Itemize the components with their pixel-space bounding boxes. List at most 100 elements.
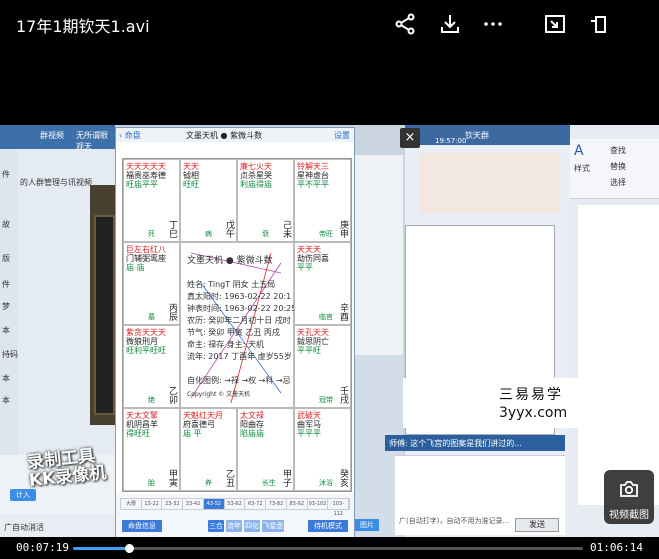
palace-cell[interactable]: 天天 钺相 旺旺病 戊午 — [180, 159, 237, 242]
palace-stars: 武破天 曲军马 平平平 — [297, 411, 349, 438]
style-label: 样式 — [574, 164, 590, 173]
download-icon[interactable] — [435, 9, 465, 39]
settings-button[interactable]: 设置 — [334, 130, 350, 141]
changsheng-label: 绝 — [148, 396, 155, 404]
center-clock-time: 钟表时间: 1963-02-22 20:25 — [187, 304, 297, 313]
palace-cell[interactable]: 天孔天天 鉞思阴亡 平平旺 冠带 壬戌 — [294, 325, 351, 408]
picture-in-picture-icon[interactable] — [540, 9, 570, 39]
tab-label-2: 无所谓眼观天 — [76, 131, 108, 151]
video-screenshot-button[interactable]: 视频截图 — [604, 470, 654, 524]
dayun-tick[interactable]: 103-112 — [328, 499, 350, 517]
changsheng-label: 长生 — [262, 479, 276, 487]
star-row: 鉞思阴亡 — [297, 337, 329, 346]
palace-stars: 天天 钺相 旺旺 — [183, 162, 235, 189]
chart-app-title: 文墨天机 ● 紫微斗数 — [186, 131, 263, 140]
changsheng-label: 养 — [205, 479, 212, 487]
dayun-tick[interactable]: 93-102 — [308, 499, 329, 509]
dayun-tick[interactable]: 13-22 — [142, 499, 163, 509]
star-row: 钺相 — [183, 171, 199, 180]
ganzhi-label: 丙辰 — [167, 303, 177, 321]
dayun-selector[interactable]: 大限 13-22 23-32 33-42 43-52 53-62 63-72 73-82 83-… — [120, 498, 350, 517]
recorder-watermark: 录制工具 KK录像机 — [26, 446, 107, 491]
ganzhi-label: 乙丑 — [224, 469, 234, 487]
join-button[interactable]: 计入 — [10, 489, 36, 501]
ganzhi-label: 癸亥 — [338, 469, 348, 487]
palace-stars: 天太文擎 机阴昌羊 得旺旺 — [126, 411, 178, 438]
dayun-tick[interactable]: 73-82 — [266, 499, 287, 509]
dayun-tick[interactable]: 83-92 — [287, 499, 308, 509]
feixing-button[interactable]: 飞星盘 — [262, 520, 284, 532]
close-icon[interactable]: × — [400, 128, 420, 148]
palace-cell[interactable]: 天魁红天月 府喜德弓庙 平养 乙丑 — [180, 408, 237, 491]
star-row: 曲军马 — [297, 420, 321, 429]
star-row: 铃解天三 — [297, 162, 329, 171]
share-icon[interactable] — [390, 9, 420, 39]
center-lunar: 农历: 癸卯年二月初十日 戌时 — [187, 316, 291, 325]
status-bar: 广自动消活 — [0, 517, 115, 537]
star-row: 廉七火天 — [240, 162, 272, 171]
font-style-icon[interactable]: A — [574, 143, 584, 159]
dayun-tick[interactable]: 53-62 — [225, 499, 246, 509]
palace-cell[interactable]: 铃解天三 星神虚台 平不平平 帝旺 庚申 — [294, 159, 351, 242]
dayun-tick[interactable]: 63-72 — [245, 499, 267, 509]
changsheng-label: 临官 — [319, 313, 333, 321]
palace-cell[interactable]: 紫贪天天天 微狼刑月 旺利平旺旺绝 乙卯 — [123, 325, 180, 408]
side-list: 件 故 版 件 梦 本 持码 本 本 — [0, 149, 18, 479]
ribbon-replace[interactable]: 替换 — [610, 161, 626, 172]
palace-cell[interactable]: 天天天天天 福贵巫寿德 旺庙平平死 丁巳 — [123, 159, 180, 242]
dayun-tick[interactable]: 43-52 — [203, 499, 225, 509]
palace-cell[interactable]: 武破天 曲军马 平平平 沐浴 癸亥 — [294, 408, 351, 491]
star-row: 武破天 — [297, 411, 321, 420]
star-row: 平平平 — [297, 429, 321, 438]
palace-cell[interactable]: 太文禄 阳曲存 陷庙庙 长生 甲子 — [237, 408, 294, 491]
liunian-button[interactable]: 流年 — [226, 520, 242, 532]
palace-cell[interactable]: 巨左右红八 门辅弼鸾座庙 庙墓 丙辰 — [123, 242, 180, 325]
center-title: 文墨天机 ● 紫微斗数 — [187, 256, 273, 266]
chart-grid: 文墨天机 ● 紫微斗数 姓名: TingT 阴女 土五局 真太阳时: 1963-… — [122, 158, 352, 492]
sanhe-button[interactable]: 三合 — [208, 520, 224, 532]
ribbon-select[interactable]: 选择 — [610, 177, 626, 188]
side-item: 故 — [2, 220, 10, 229]
star-row: 星神虚台 — [297, 171, 329, 180]
more-options-icon[interactable] — [478, 9, 508, 39]
side-item: 件 — [2, 280, 10, 289]
changsheng-label: 冠带 — [319, 396, 333, 404]
ribbon-find[interactable]: 查找 — [610, 145, 626, 156]
progress-knob[interactable] — [125, 544, 135, 553]
ganzhi-label: 辛酉 — [338, 303, 348, 321]
dayun-tick[interactable]: 23-32 — [162, 499, 184, 509]
star-row: 府喜德弓 — [183, 420, 215, 429]
palace-cell[interactable]: 天太文擎 机阴昌羊 得旺旺胎 甲寅 — [123, 408, 180, 491]
standby-button[interactable]: 待机模式 — [308, 520, 348, 532]
rotate-screen-icon[interactable] — [585, 9, 615, 39]
background-window-titlebar: 群视频 无所谓眼观天 — [0, 125, 115, 151]
chart-app-header: ‹ 命盘 文墨天机 ● 紫微斗数 设置 — [116, 128, 354, 142]
star-row: 天太文擎 — [126, 411, 158, 420]
star-row: 阳曲存 — [240, 420, 264, 429]
center-year: 流年: 2017 丁酉年 虚岁55岁 — [187, 352, 292, 361]
palace-cell[interactable]: 天天天 劫伤同喜 平平 临官 辛酉 — [294, 242, 351, 325]
middle-window — [355, 155, 403, 355]
sihua-button[interactable]: 四化 — [244, 520, 260, 532]
screenshot-label: 视频截图 — [609, 510, 649, 521]
center-solar-time: 真太阳时: 1963-02-22 20:1 — [187, 292, 292, 301]
send-button[interactable]: 发送 — [515, 518, 559, 532]
video-frame[interactable]: 群视频 无所谓眼观天 的人群管理与讯视频 件 故 版 件 梦 本 持码 本 本 … — [0, 125, 659, 537]
star-row: 机阴昌羊 — [126, 420, 158, 429]
camera-icon — [620, 481, 638, 497]
star-row: 天魁红天月 — [183, 411, 223, 420]
side-item: 梦 — [2, 302, 10, 311]
chat-image-thumbnail[interactable] — [419, 153, 559, 213]
info-button[interactable]: 命盘信息 — [122, 520, 162, 532]
player-top-bar: 17年1期钦天1.avi — [0, 0, 659, 50]
middle-blue-button[interactable]: 图片 — [355, 519, 379, 531]
dayun-tick[interactable]: 33-42 — [183, 499, 204, 509]
star-row: 贞杀星哭 — [240, 171, 272, 180]
chart-center-panel: 文墨天机 ● 紫微斗数 姓名: TingT 阴女 土五局 真太阳时: 1963-… — [180, 242, 297, 408]
back-button[interactable]: ‹ 命盘 — [119, 130, 141, 141]
dayun-tick[interactable]: 大限 — [121, 499, 142, 509]
palace-cell[interactable]: 廉七火天 贞杀星哭 利庙得庙衰 己未 — [237, 159, 294, 242]
star-row: 巨左右红八 — [126, 245, 166, 254]
progress-track[interactable] — [73, 544, 583, 553]
center-ming: 命主: 禄存 身主: 天机 — [187, 340, 265, 349]
